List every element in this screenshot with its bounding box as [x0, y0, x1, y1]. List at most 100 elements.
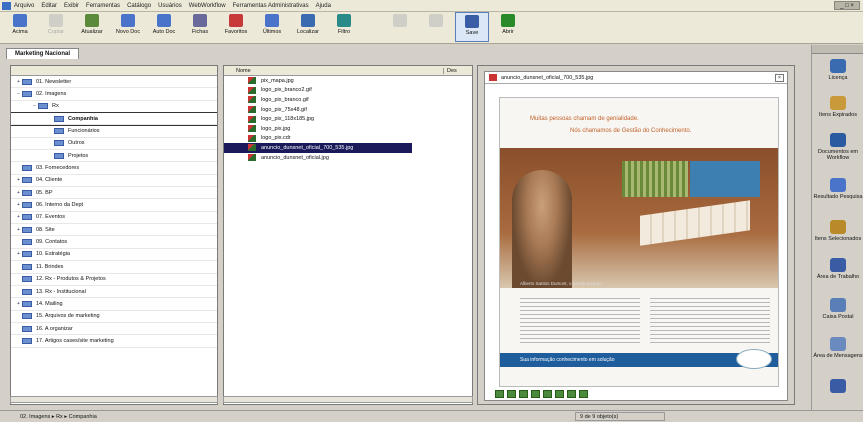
tree-item[interactable]: +14. Mailing — [11, 298, 217, 311]
tree-item[interactable]: 16. A organizar — [11, 323, 217, 336]
shortcut-item[interactable]: Resultado Pesquisa — [812, 178, 863, 200]
tree-item[interactable]: +01. Newsletter — [11, 76, 217, 89]
shortcut-item[interactable]: Documentos em Workflow — [812, 133, 863, 161]
zoom-in-icon[interactable] — [495, 390, 504, 398]
shortcut-item[interactable] — [812, 379, 863, 395]
toolbar-button[interactable]: Fichas — [183, 12, 217, 42]
toolbar-button-label: Novo Doc — [115, 29, 141, 35]
expander-icon[interactable]: + — [15, 202, 22, 208]
column-name[interactable]: Nome — [224, 67, 444, 74]
rotate-left-icon[interactable] — [531, 390, 540, 398]
tree-item[interactable]: +06. Interno da Dept — [11, 199, 217, 212]
menu-item[interactable]: Ferramentas Administrativas — [233, 3, 309, 9]
tree-item[interactable]: − 02. Imagens — [11, 88, 217, 101]
toolbar-button[interactable]: Novo Doc — [111, 12, 145, 42]
tree-item[interactable]: 11. Brindes — [11, 261, 217, 274]
expander-icon[interactable]: + — [15, 227, 22, 233]
tree-item[interactable]: Companhia — [11, 112, 217, 127]
toolbar-button[interactable] — [383, 12, 417, 42]
tree-item[interactable]: +08. Site — [11, 224, 217, 237]
expander-icon[interactable]: − — [31, 103, 38, 109]
expander-icon[interactable]: − — [15, 91, 22, 97]
toolbar-button-label: Save — [465, 30, 479, 36]
print-icon[interactable] — [555, 390, 564, 398]
folder-tree[interactable]: +01. Newsletter − 02. Imagens − Rx Companhia F… — [10, 65, 218, 405]
menu-item[interactable]: Exibir — [64, 3, 79, 9]
menu-item[interactable]: Editar — [41, 3, 57, 9]
toolbar-button[interactable]: Copiar — [39, 12, 73, 42]
menu-item[interactable]: Usuários — [158, 3, 182, 9]
file-row[interactable]: logo_pix.cdr — [224, 134, 472, 144]
menu-item[interactable]: Ajuda — [316, 3, 331, 9]
file-list[interactable]: Nome Des pix_mapa.jpg logo_pix_branco2.gi… — [223, 65, 473, 405]
window-controls[interactable]: _ □ × — [834, 1, 860, 10]
file-row[interactable]: logo_pix_branco2.gif — [224, 86, 472, 96]
shortcut-item[interactable]: Área de Trabalho — [812, 258, 863, 280]
fit-icon[interactable] — [519, 390, 528, 398]
expander-icon[interactable]: + — [15, 177, 22, 183]
tree-item[interactable]: 09. Contatos — [11, 236, 217, 249]
tree-item[interactable]: 15. Arquivos de marketing — [11, 311, 217, 323]
toolbar-button[interactable]: Filtro — [327, 12, 361, 42]
toolbar-button[interactable]: Últimos — [255, 12, 289, 42]
expander-icon[interactable]: + — [15, 214, 22, 220]
shortcut-item[interactable]: Área de Mensagens — [812, 337, 863, 359]
copy-icon[interactable] — [567, 390, 576, 398]
file-row[interactable]: logo_pix_75x48.gif — [224, 105, 472, 115]
file-row[interactable]: pix_mapa.jpg — [224, 76, 472, 86]
open-icon — [501, 14, 515, 27]
tree-item[interactable]: 12. Rx - Produtos & Projetos — [11, 274, 217, 286]
expander-icon[interactable]: + — [15, 190, 22, 196]
toolbar-button[interactable]: Acima — [3, 12, 37, 42]
toolbar-button[interactable]: Atualizar — [75, 12, 109, 42]
file-row[interactable]: logo_pix_118x185.jpg — [224, 114, 472, 124]
tree-item[interactable]: − Rx — [11, 101, 217, 114]
export-icon[interactable] — [579, 390, 588, 398]
expander-icon[interactable]: + — [15, 79, 22, 85]
expander-icon[interactable]: + — [15, 251, 22, 257]
tree-item[interactable]: 13. Rx - Institucional — [11, 286, 217, 299]
tree-item[interactable]: Outros — [11, 138, 217, 151]
file-row[interactable]: anuncio_dunsnet_oficial_700_535.jpg — [224, 143, 412, 153]
menu-bar: Arquivo Editar Exibir Ferramentas Catálogo Us… — [0, 0, 863, 12]
toolbar-button[interactable]: Save — [455, 12, 489, 42]
close-icon[interactable]: × — [775, 74, 784, 82]
shortcut-item[interactable]: Licença — [812, 59, 863, 81]
shortcut-item[interactable]: Itens Expirados — [812, 96, 863, 118]
ad-sky-image — [690, 161, 760, 197]
menu-item[interactable]: Arquivo — [14, 3, 34, 9]
toolbar-button[interactable] — [419, 12, 453, 42]
toolbar-button-label: Abrir — [502, 29, 514, 35]
file-row[interactable]: anuncio_dunsnet_oficial.jpg — [224, 153, 472, 163]
tree-item[interactable]: Funcionários — [11, 125, 217, 138]
tree-scrollbar[interactable] — [10, 396, 218, 403]
rotate-right-icon[interactable] — [543, 390, 552, 398]
folder-icon — [22, 177, 32, 184]
menu-item[interactable]: Catálogo — [127, 3, 151, 9]
tree-item[interactable]: +04. Cliente — [11, 175, 217, 188]
toolbar-button[interactable]: Localizar — [291, 12, 325, 42]
tree-item[interactable]: +05. BP — [11, 187, 217, 200]
tree-item[interactable]: 03. Fornecedores — [11, 162, 217, 175]
tree-item[interactable]: Projetos — [11, 150, 217, 163]
menu-item[interactable]: WebWorkflow — [189, 3, 226, 9]
toolbar-button[interactable]: Favoritos — [219, 12, 253, 42]
tree-item[interactable]: +07. Eventos — [11, 212, 217, 225]
menu-item[interactable]: Ferramentas — [86, 3, 120, 9]
menu-items: Arquivo Editar Exibir Ferramentas Catálogo Us… — [14, 3, 338, 9]
toolbar-button[interactable]: Auto Doc — [147, 12, 181, 42]
tree-item[interactable]: +10. Estratégia — [11, 249, 217, 262]
toolbar-button[interactable]: Abrir — [491, 12, 525, 42]
file-row[interactable]: logo_pix_branco.gif — [224, 95, 472, 105]
column-description[interactable]: Des — [444, 68, 457, 74]
tree-item[interactable]: 17. Artigos cases/site marketing — [11, 335, 217, 348]
app-icon — [2, 1, 11, 10]
zoom-out-icon[interactable] — [507, 390, 516, 398]
shortcut-item[interactable]: Caixa Postal — [812, 298, 863, 320]
file-scrollbar[interactable] — [223, 396, 473, 403]
tab-marketing-nacional[interactable]: Marketing Nacional — [6, 48, 80, 59]
shortcuts-header — [812, 45, 863, 54]
expander-icon[interactable]: + — [15, 301, 22, 307]
shortcut-item[interactable]: Itens Selecionados — [812, 220, 863, 242]
file-row[interactable]: logo_pix.jpg — [224, 124, 472, 134]
